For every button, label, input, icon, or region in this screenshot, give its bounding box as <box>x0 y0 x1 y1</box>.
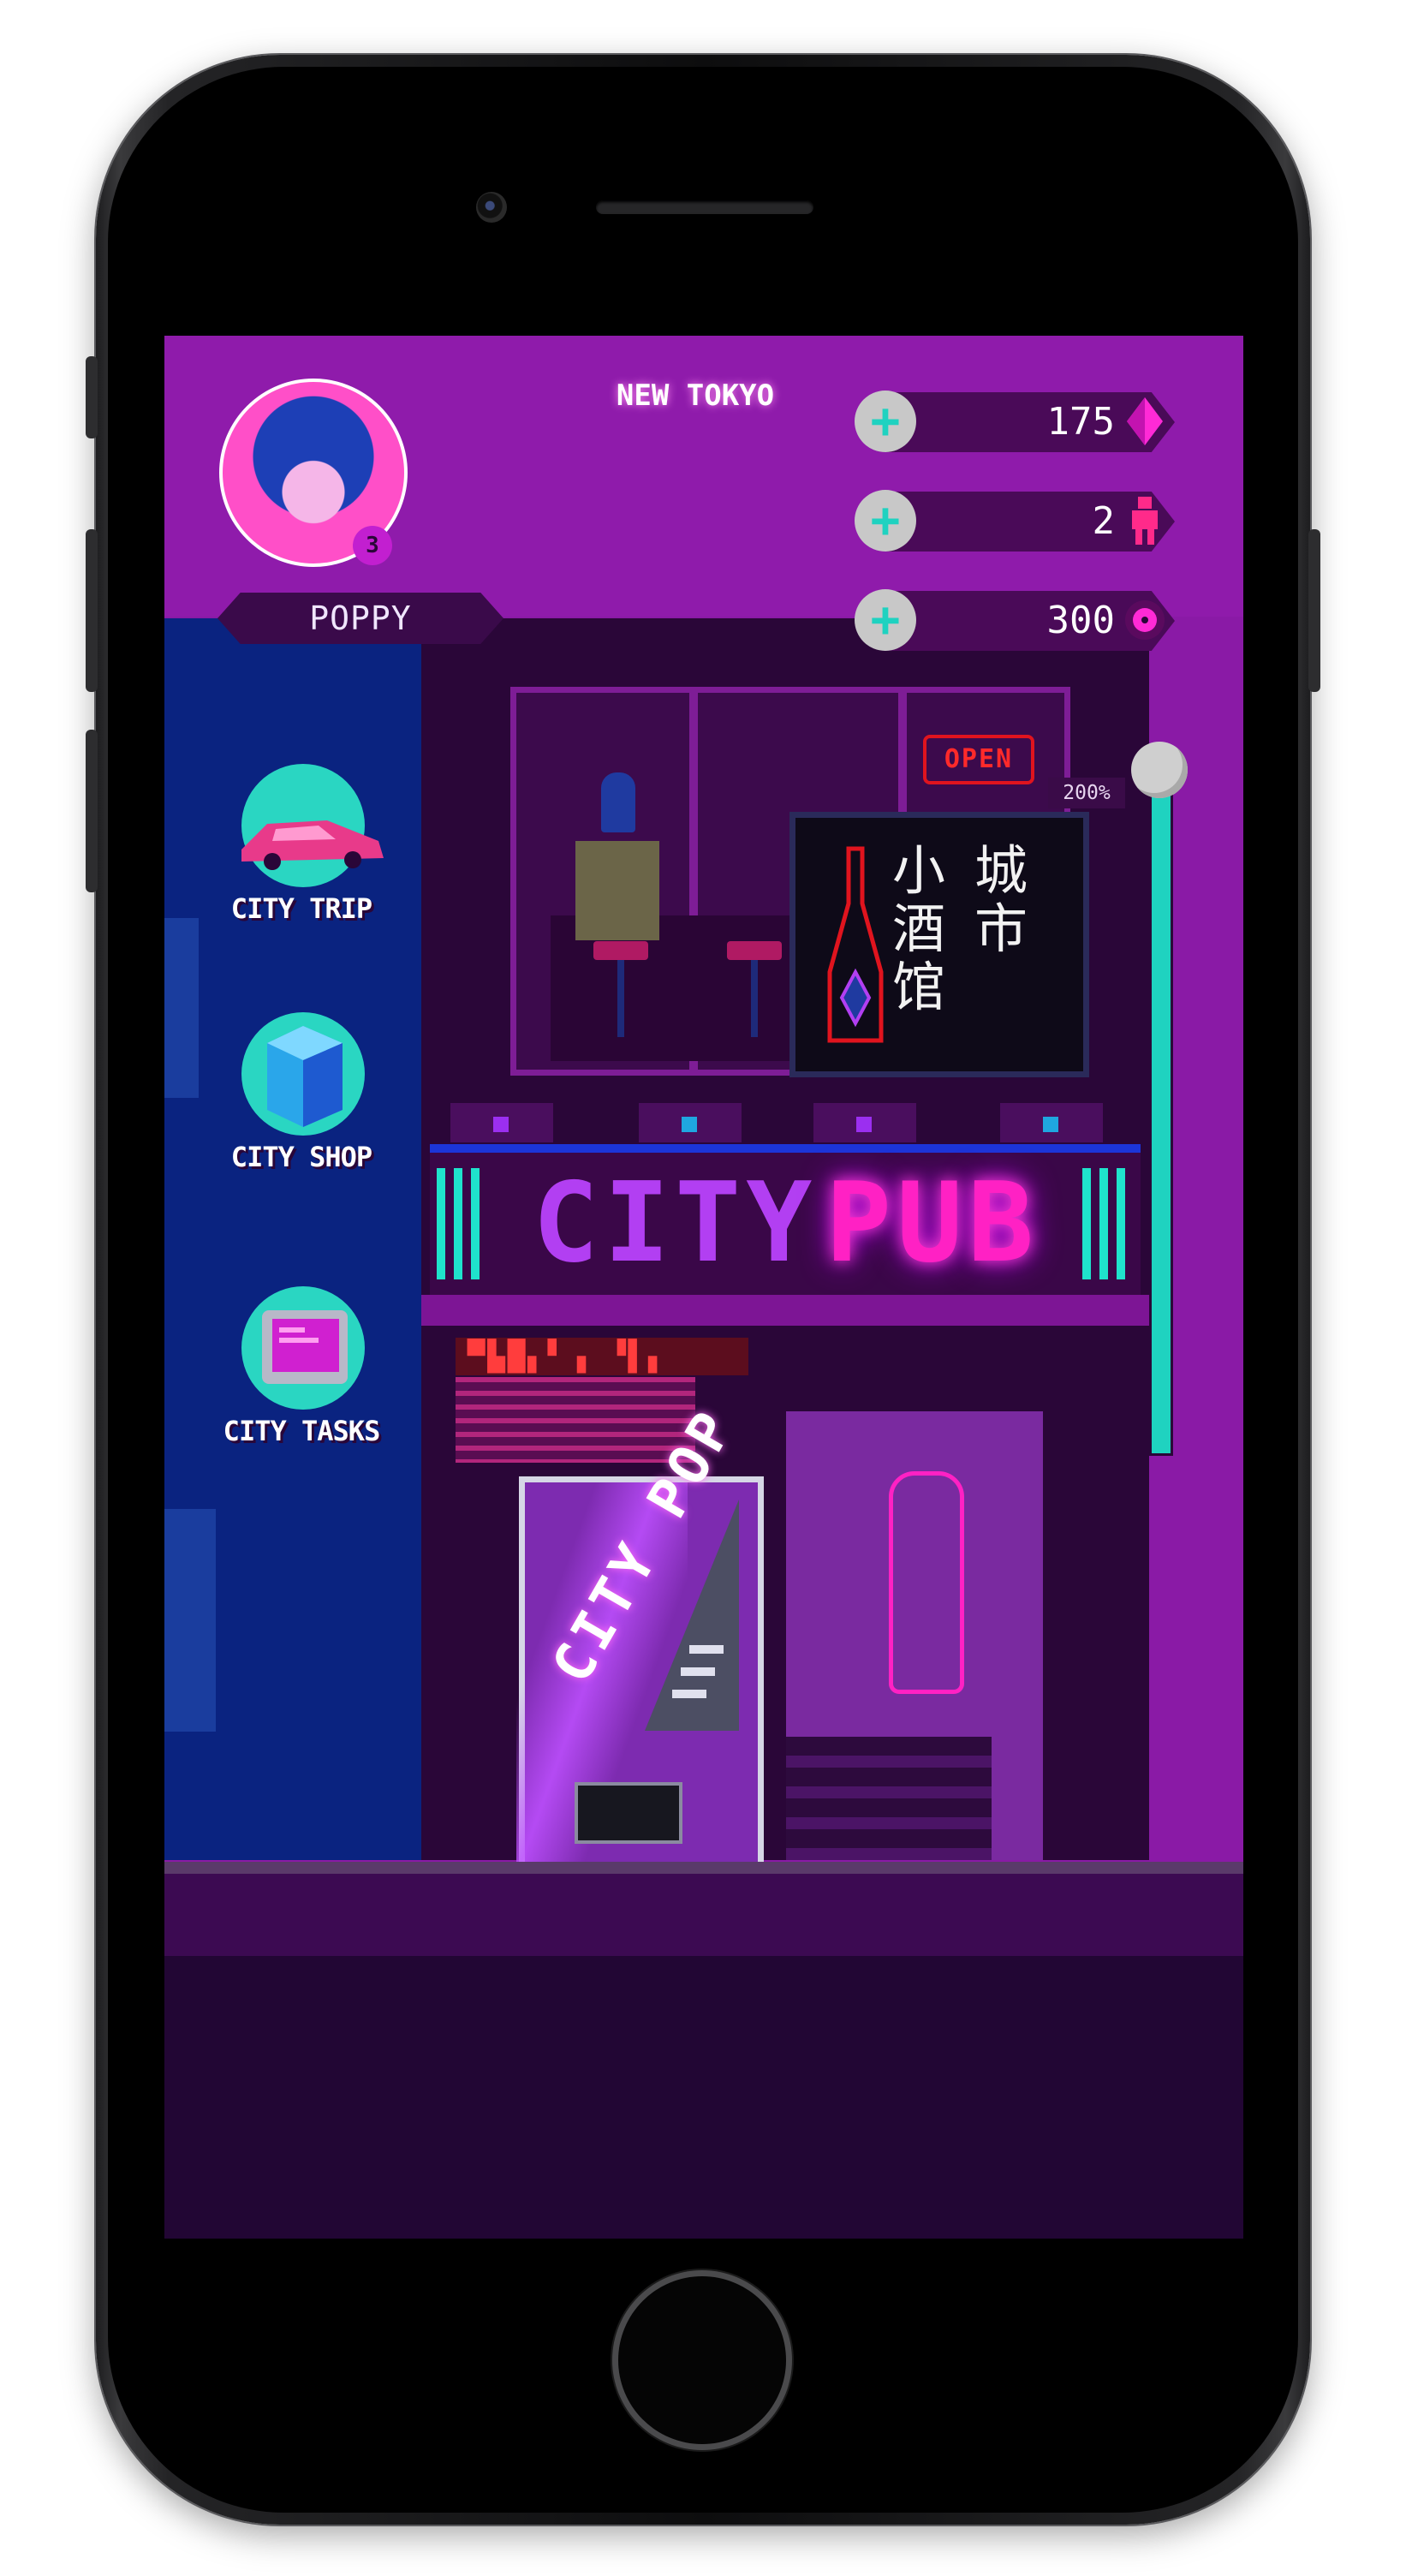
bottle-neon-icon <box>889 1471 964 1694</box>
sidewalk <box>164 1874 1243 1956</box>
bar-stool-leg <box>751 960 758 1037</box>
vending-button <box>681 1667 715 1676</box>
vending-button <box>672 1690 706 1698</box>
menu-label: CITY TASKS <box>223 1415 381 1447</box>
light-dot <box>493 1117 509 1132</box>
monitor-icon <box>262 1310 348 1384</box>
stairs <box>786 1737 992 1860</box>
volume-down-button <box>86 730 98 892</box>
light-dot <box>856 1117 872 1132</box>
vending-machine[interactable]: CITY POP <box>516 1398 764 1885</box>
gem-icon <box>1127 397 1163 445</box>
vending-slot <box>575 1782 682 1844</box>
building-strip <box>164 1509 216 1732</box>
sign-word-city: CITY <box>533 1160 818 1287</box>
bar-stool <box>727 941 782 960</box>
city-name: NEW TOKYO <box>616 379 775 413</box>
person-icon <box>1132 497 1158 545</box>
pub-doorway[interactable] <box>786 1411 1043 1860</box>
shutter <box>456 1377 695 1463</box>
patron-head <box>601 772 635 832</box>
front-camera <box>476 192 507 223</box>
building-cube-icon <box>267 1026 343 1127</box>
bottle-icon <box>827 846 884 1043</box>
zoom-level-label: 200% <box>1048 778 1125 808</box>
player-name: POPPY <box>309 599 412 637</box>
vinyl-record-icon <box>1125 600 1165 640</box>
zoom-slider-track[interactable] <box>1149 776 1173 1456</box>
patron-body <box>575 841 659 940</box>
power-button <box>1308 529 1320 692</box>
light-dot <box>1043 1117 1058 1132</box>
home-button[interactable] <box>618 2276 786 2444</box>
level-badge: 3 <box>353 526 392 565</box>
menu-city-shop[interactable]: CITY SHOP <box>199 1012 404 1201</box>
add-people-button[interactable]: + <box>855 490 916 552</box>
add-gems-button[interactable]: + <box>855 391 916 452</box>
volume-up-button <box>86 529 98 692</box>
people-value: 2 <box>1092 499 1116 543</box>
sidewalk-edge <box>164 1862 1243 1874</box>
mute-switch <box>86 356 98 438</box>
wall-light <box>813 1103 916 1142</box>
sports-car-icon <box>241 820 384 870</box>
game-screen: OPEN 城市 小酒馆 200% CITY PUB ▀▙█▖▘▗ ▝▌▖ ...… <box>164 336 1243 2239</box>
sign-word-pub: PUB <box>825 1160 1040 1287</box>
bar-stool <box>593 941 648 960</box>
menu-city-trip[interactable]: CITY TRIP <box>199 764 404 952</box>
add-records-button[interactable]: + <box>855 589 916 651</box>
sign-bars-right <box>1082 1168 1132 1279</box>
street <box>164 1956 1243 2239</box>
awning <box>421 1295 1149 1326</box>
menu-city-tasks[interactable]: CITY TASKS <box>199 1286 404 1475</box>
wall-light <box>639 1103 742 1142</box>
gems-value: 175 <box>1046 400 1115 444</box>
red-led-sign: ▀▙█▖▘▗ ▝▌▖ ... <box>456 1338 748 1411</box>
zoom-slider-knob[interactable] <box>1131 742 1188 798</box>
vending-button <box>689 1645 724 1654</box>
records-value: 300 <box>1046 599 1115 642</box>
sign-text-pub: 小酒馆 <box>891 839 945 1018</box>
building-strip <box>164 918 199 1098</box>
open-sign: OPEN <box>923 735 1034 784</box>
wall-light <box>1000 1103 1103 1142</box>
earpiece-speaker <box>596 200 813 214</box>
wall-light <box>450 1103 553 1142</box>
sign-text-city: 城市 <box>974 839 1028 960</box>
menu-label: CITY TRIP <box>230 892 372 925</box>
city-pub-sign: CITY PUB <box>430 1144 1141 1305</box>
sign-bars-left <box>437 1168 486 1279</box>
chinese-neon-sign: 城市 小酒馆 <box>789 812 1089 1077</box>
light-dot <box>682 1117 697 1132</box>
menu-label: CITY SHOP <box>230 1141 372 1173</box>
bar-stool-leg <box>617 960 624 1037</box>
